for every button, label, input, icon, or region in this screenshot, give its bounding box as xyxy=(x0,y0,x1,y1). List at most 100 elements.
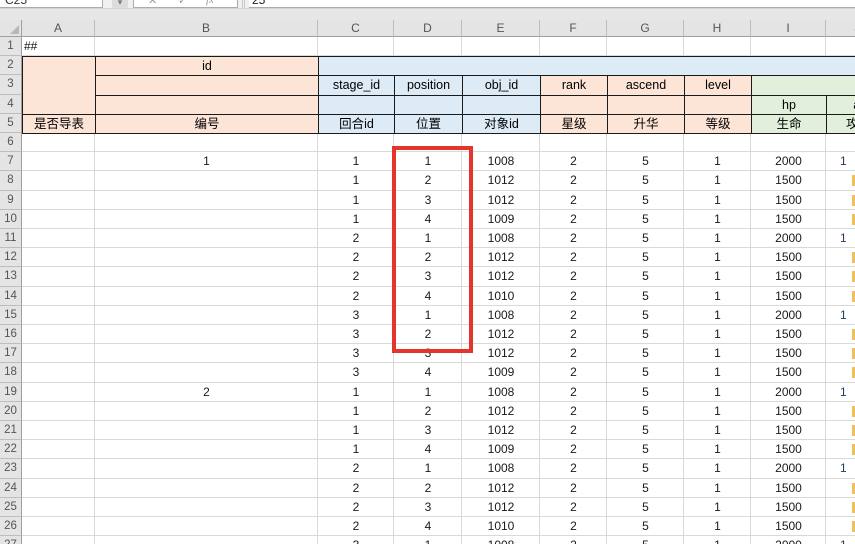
value-G26[interactable]: 5 xyxy=(607,517,684,536)
header-cell-J5[interactable]: 攻击 xyxy=(826,114,855,134)
cell-A21[interactable] xyxy=(22,421,95,440)
column-header-D[interactable]: D xyxy=(394,20,462,37)
cell-A6[interactable] xyxy=(22,133,95,152)
header-cell-I5[interactable]: 生命 xyxy=(751,114,827,134)
cell-A27[interactable] xyxy=(22,536,95,544)
value-F22[interactable]: 2 xyxy=(540,440,607,459)
cell-E6[interactable] xyxy=(462,133,540,152)
header-cell-F5[interactable]: 星级 xyxy=(540,114,608,134)
value-G24[interactable]: 5 xyxy=(607,479,684,498)
value-C7[interactable]: 1 xyxy=(318,152,394,171)
value-J18[interactable] xyxy=(826,363,855,382)
cell-B16[interactable] xyxy=(95,325,318,344)
value-E27[interactable]: 1008 xyxy=(462,536,540,544)
value-H19[interactable]: 1 xyxy=(684,383,751,402)
row-header-6[interactable]: 6 xyxy=(0,133,22,152)
value-I25[interactable]: 1500 xyxy=(751,498,826,517)
cell-G6[interactable] xyxy=(607,133,684,152)
cell-A8[interactable] xyxy=(22,171,95,190)
cell-F1[interactable] xyxy=(540,37,607,56)
value-J17[interactable] xyxy=(826,344,855,363)
value-J22[interactable] xyxy=(826,440,855,459)
value-H26[interactable]: 1 xyxy=(684,517,751,536)
value-H22[interactable]: 1 xyxy=(684,440,751,459)
value-J16[interactable] xyxy=(826,325,855,344)
value-C10[interactable]: 1 xyxy=(318,210,394,229)
row-header-17[interactable]: 17 xyxy=(0,344,22,363)
value-G21[interactable]: 5 xyxy=(607,421,684,440)
value-F27[interactable]: 2 xyxy=(540,536,607,544)
header-cell-C5[interactable]: 回合id xyxy=(318,114,395,134)
value-C12[interactable]: 2 xyxy=(318,248,394,267)
value-C17[interactable]: 3 xyxy=(318,344,394,363)
cell-A20[interactable] xyxy=(22,402,95,421)
value-E20[interactable]: 1012 xyxy=(462,402,540,421)
cell-B21[interactable] xyxy=(95,421,318,440)
cell-A17[interactable] xyxy=(22,344,95,363)
header-cell-C3[interactable]: stage_id xyxy=(318,75,395,95)
value-F18[interactable]: 2 xyxy=(540,363,607,382)
value-C24[interactable]: 2 xyxy=(318,479,394,498)
value-F19[interactable]: 2 xyxy=(540,383,607,402)
header-cell-E5[interactable]: 对象id xyxy=(462,114,541,134)
header-cell-C2[interactable] xyxy=(318,56,855,76)
column-header-I[interactable]: I xyxy=(751,20,826,37)
row-header-4[interactable]: 4 xyxy=(0,95,22,114)
value-I17[interactable]: 1500 xyxy=(751,344,826,363)
formula-input[interactable]: 25 xyxy=(249,0,855,8)
column-header-J[interactable]: J xyxy=(826,20,855,37)
cell-B9[interactable] xyxy=(95,191,318,210)
header-cell-J4[interactable]: at xyxy=(826,95,855,115)
cell-A23[interactable] xyxy=(22,459,95,478)
value-J15[interactable]: 1 xyxy=(826,306,855,325)
cell-H6[interactable] xyxy=(684,133,751,152)
value-I19[interactable]: 2000 xyxy=(751,383,826,402)
value-H16[interactable]: 1 xyxy=(684,325,751,344)
value-I9[interactable]: 1500 xyxy=(751,191,826,210)
cell-A16[interactable] xyxy=(22,325,95,344)
name-box[interactable]: C25 xyxy=(0,0,103,8)
cell-A15[interactable] xyxy=(22,306,95,325)
value-D21[interactable]: 3 xyxy=(394,421,462,440)
row-header-27[interactable]: 27 xyxy=(0,536,22,544)
column-header-A[interactable]: A xyxy=(22,20,95,37)
cell-A12[interactable] xyxy=(22,248,95,267)
value-G15[interactable]: 5 xyxy=(607,306,684,325)
value-I15[interactable]: 2000 xyxy=(751,306,826,325)
header-cell-G3[interactable]: ascend xyxy=(607,75,685,95)
row-header-11[interactable]: 11 xyxy=(0,229,22,248)
value-G25[interactable]: 5 xyxy=(607,498,684,517)
cell-G1[interactable] xyxy=(607,37,684,56)
value-H25[interactable]: 1 xyxy=(684,498,751,517)
value-H10[interactable]: 1 xyxy=(684,210,751,229)
cell-A7[interactable] xyxy=(22,152,95,171)
value-D26[interactable]: 4 xyxy=(394,517,462,536)
value-F7[interactable]: 2 xyxy=(540,152,607,171)
value-J13[interactable] xyxy=(826,267,855,286)
cell-B12[interactable] xyxy=(95,248,318,267)
row-header-26[interactable]: 26 xyxy=(0,517,22,536)
value-E8[interactable]: 1012 xyxy=(462,171,540,190)
value-H23[interactable]: 1 xyxy=(684,459,751,478)
value-C15[interactable]: 3 xyxy=(318,306,394,325)
header-cell-A2[interactable] xyxy=(22,56,96,115)
value-J23[interactable]: 1 xyxy=(826,459,855,478)
value-G11[interactable]: 5 xyxy=(607,229,684,248)
value-H11[interactable]: 1 xyxy=(684,229,751,248)
value-C27[interactable]: 3 xyxy=(318,536,394,544)
value-E23[interactable]: 1008 xyxy=(462,459,540,478)
value-F24[interactable]: 2 xyxy=(540,479,607,498)
header-cell-H5[interactable]: 等级 xyxy=(684,114,752,134)
value-E25[interactable]: 1012 xyxy=(462,498,540,517)
value-F9[interactable]: 2 xyxy=(540,191,607,210)
value-I22[interactable]: 1500 xyxy=(751,440,826,459)
cell-A24[interactable] xyxy=(22,479,95,498)
cell-A11[interactable] xyxy=(22,229,95,248)
value-I10[interactable]: 1500 xyxy=(751,210,826,229)
value-G7[interactable]: 5 xyxy=(607,152,684,171)
value-J19[interactable]: 1 xyxy=(826,383,855,402)
column-header-E[interactable]: E xyxy=(462,20,540,37)
header-cell-F3[interactable]: rank xyxy=(540,75,608,95)
header-cell-G4[interactable] xyxy=(607,95,685,115)
value-F10[interactable]: 2 xyxy=(540,210,607,229)
